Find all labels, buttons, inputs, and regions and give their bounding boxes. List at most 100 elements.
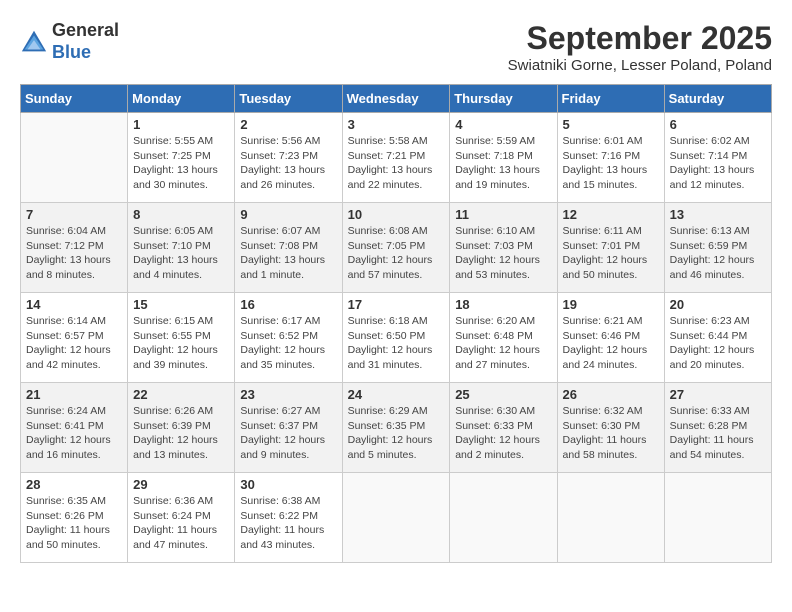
table-row: 25 Sunrise: 6:30 AM Sunset: 6:33 PM Dayli… <box>450 383 557 473</box>
day-number: 29 <box>133 477 229 492</box>
day-number: 28 <box>26 477 122 492</box>
calendar-week-row: 21 Sunrise: 6:24 AM Sunset: 6:41 PM Dayli… <box>21 383 772 473</box>
table-row: 18 Sunrise: 6:20 AM Sunset: 6:48 PM Dayli… <box>450 293 557 383</box>
table-row: 2 Sunrise: 5:56 AM Sunset: 7:23 PM Daylig… <box>235 113 342 203</box>
day-info: Sunrise: 6:35 AM Sunset: 6:26 PM Dayligh… <box>26 494 122 553</box>
day-info: Sunrise: 6:24 AM Sunset: 6:41 PM Dayligh… <box>26 404 122 463</box>
day-number: 24 <box>348 387 445 402</box>
day-number: 10 <box>348 207 445 222</box>
day-info: Sunrise: 6:21 AM Sunset: 6:46 PM Dayligh… <box>563 314 659 373</box>
day-number: 18 <box>455 297 551 312</box>
day-info: Sunrise: 5:55 AM Sunset: 7:25 PM Dayligh… <box>133 134 229 193</box>
day-info: Sunrise: 6:32 AM Sunset: 6:30 PM Dayligh… <box>563 404 659 463</box>
day-number: 2 <box>240 117 336 132</box>
day-number: 1 <box>133 117 229 132</box>
day-info: Sunrise: 6:08 AM Sunset: 7:05 PM Dayligh… <box>348 224 445 283</box>
calendar-week-row: 14 Sunrise: 6:14 AM Sunset: 6:57 PM Dayli… <box>21 293 772 383</box>
table-row: 22Sunrise: 6:26 AM Sunset: 6:39 PM Dayli… <box>128 383 235 473</box>
day-info: Sunrise: 6:10 AM Sunset: 7:03 PM Dayligh… <box>455 224 551 283</box>
calendar-week-row: 28 Sunrise: 6:35 AM Sunset: 6:26 PM Dayli… <box>21 473 772 563</box>
weekday-header-row: Sunday Monday Tuesday Wednesday Thursday… <box>21 85 772 113</box>
day-info: Sunrise: 6:15 AM Sunset: 6:55 PM Dayligh… <box>133 314 229 373</box>
table-row: 19 Sunrise: 6:21 AM Sunset: 6:46 PM Dayli… <box>557 293 664 383</box>
table-row: 23 Sunrise: 6:27 AM Sunset: 6:37 PM Dayli… <box>235 383 342 473</box>
day-number: 21 <box>26 387 122 402</box>
day-number: 26 <box>563 387 659 402</box>
table-row: 15Sunrise: 6:15 AM Sunset: 6:55 PM Dayli… <box>128 293 235 383</box>
day-info: Sunrise: 6:02 AM Sunset: 7:14 PM Dayligh… <box>670 134 766 193</box>
day-info: Sunrise: 6:33 AM Sunset: 6:28 PM Dayligh… <box>670 404 766 463</box>
header-thursday: Thursday <box>450 85 557 113</box>
day-number: 8 <box>133 207 229 222</box>
day-number: 23 <box>240 387 336 402</box>
day-info: Sunrise: 6:17 AM Sunset: 6:52 PM Dayligh… <box>240 314 336 373</box>
header-sunday: Sunday <box>21 85 128 113</box>
day-info: Sunrise: 6:07 AM Sunset: 7:08 PM Dayligh… <box>240 224 336 283</box>
table-row: 14 Sunrise: 6:14 AM Sunset: 6:57 PM Dayli… <box>21 293 128 383</box>
day-number: 4 <box>455 117 551 132</box>
title-block: September 2025 Swiatniki Gorne, Lesser P… <box>508 20 772 74</box>
table-row: 5 Sunrise: 6:01 AM Sunset: 7:16 PM Daylig… <box>557 113 664 203</box>
table-row: 4Sunrise: 5:59 AM Sunset: 7:18 PM Daylig… <box>450 113 557 203</box>
table-row: 12Sunrise: 6:11 AM Sunset: 7:01 PM Dayli… <box>557 203 664 293</box>
day-info: Sunrise: 6:36 AM Sunset: 6:24 PM Dayligh… <box>133 494 229 553</box>
day-number: 14 <box>26 297 122 312</box>
header-tuesday: Tuesday <box>235 85 342 113</box>
day-number: 30 <box>240 477 336 492</box>
table-row <box>450 473 557 563</box>
calendar-table: Sunday Monday Tuesday Wednesday Thursday… <box>20 84 772 563</box>
table-row: 10 Sunrise: 6:08 AM Sunset: 7:05 PM Dayli… <box>342 203 450 293</box>
day-number: 7 <box>26 207 122 222</box>
table-row: 1 Sunrise: 5:55 AM Sunset: 7:25 PM Daylig… <box>128 113 235 203</box>
logo-text: General Blue <box>52 20 119 63</box>
day-number: 13 <box>670 207 766 222</box>
day-number: 16 <box>240 297 336 312</box>
table-row: 24 Sunrise: 6:29 AM Sunset: 6:35 PM Dayli… <box>342 383 450 473</box>
table-row: 11 Sunrise: 6:10 AM Sunset: 7:03 PM Dayli… <box>450 203 557 293</box>
table-row: 13Sunrise: 6:13 AM Sunset: 6:59 PM Dayli… <box>664 203 771 293</box>
day-info: Sunrise: 6:04 AM Sunset: 7:12 PM Dayligh… <box>26 224 122 283</box>
day-number: 25 <box>455 387 551 402</box>
day-info: Sunrise: 6:29 AM Sunset: 6:35 PM Dayligh… <box>348 404 445 463</box>
table-row: 9 Sunrise: 6:07 AM Sunset: 7:08 PM Daylig… <box>235 203 342 293</box>
day-number: 12 <box>563 207 659 222</box>
header-saturday: Saturday <box>664 85 771 113</box>
table-row: 3 Sunrise: 5:58 AM Sunset: 7:21 PM Daylig… <box>342 113 450 203</box>
day-info: Sunrise: 5:56 AM Sunset: 7:23 PM Dayligh… <box>240 134 336 193</box>
header-wednesday: Wednesday <box>342 85 450 113</box>
calendar-title: September 2025 <box>508 20 772 57</box>
day-info: Sunrise: 6:05 AM Sunset: 7:10 PM Dayligh… <box>133 224 229 283</box>
page-header: General Blue September 2025 Swiatniki Go… <box>20 20 772 74</box>
table-row <box>557 473 664 563</box>
day-info: Sunrise: 6:01 AM Sunset: 7:16 PM Dayligh… <box>563 134 659 193</box>
logo-icon <box>20 28 48 56</box>
table-row: 21 Sunrise: 6:24 AM Sunset: 6:41 PM Dayli… <box>21 383 128 473</box>
table-row: 17 Sunrise: 6:18 AM Sunset: 6:50 PM Dayli… <box>342 293 450 383</box>
day-info: Sunrise: 6:30 AM Sunset: 6:33 PM Dayligh… <box>455 404 551 463</box>
day-info: Sunrise: 6:38 AM Sunset: 6:22 PM Dayligh… <box>240 494 336 553</box>
table-row: 7 Sunrise: 6:04 AM Sunset: 7:12 PM Daylig… <box>21 203 128 293</box>
header-friday: Friday <box>557 85 664 113</box>
day-number: 9 <box>240 207 336 222</box>
day-number: 22 <box>133 387 229 402</box>
day-number: 11 <box>455 207 551 222</box>
day-number: 3 <box>348 117 445 132</box>
day-number: 27 <box>670 387 766 402</box>
day-info: Sunrise: 6:20 AM Sunset: 6:48 PM Dayligh… <box>455 314 551 373</box>
table-row: 6Sunrise: 6:02 AM Sunset: 7:14 PM Daylig… <box>664 113 771 203</box>
header-monday: Monday <box>128 85 235 113</box>
day-info: Sunrise: 6:18 AM Sunset: 6:50 PM Dayligh… <box>348 314 445 373</box>
table-row: 8 Sunrise: 6:05 AM Sunset: 7:10 PM Daylig… <box>128 203 235 293</box>
day-number: 5 <box>563 117 659 132</box>
table-row <box>342 473 450 563</box>
day-number: 17 <box>348 297 445 312</box>
day-number: 19 <box>563 297 659 312</box>
day-info: Sunrise: 6:27 AM Sunset: 6:37 PM Dayligh… <box>240 404 336 463</box>
table-row: 30 Sunrise: 6:38 AM Sunset: 6:22 PM Dayli… <box>235 473 342 563</box>
logo: General Blue <box>20 20 119 63</box>
day-info: Sunrise: 5:58 AM Sunset: 7:21 PM Dayligh… <box>348 134 445 193</box>
table-row: 16 Sunrise: 6:17 AM Sunset: 6:52 PM Dayli… <box>235 293 342 383</box>
day-info: Sunrise: 6:14 AM Sunset: 6:57 PM Dayligh… <box>26 314 122 373</box>
day-number: 20 <box>670 297 766 312</box>
table-row: 28 Sunrise: 6:35 AM Sunset: 6:26 PM Dayli… <box>21 473 128 563</box>
